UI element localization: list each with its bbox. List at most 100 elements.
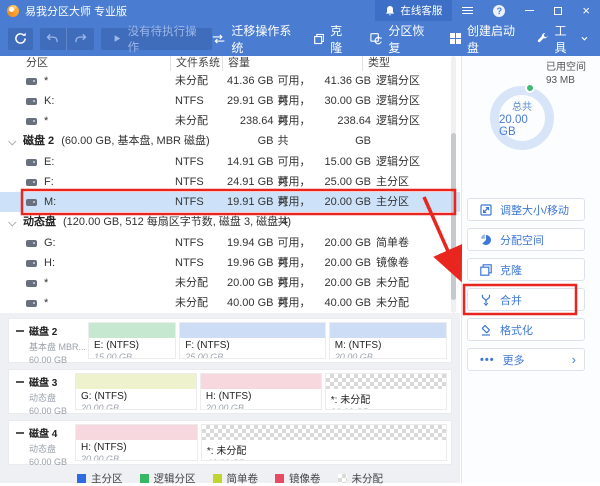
disk-group-name: 动态盘 [23,212,56,233]
chevron-right-icon: › [572,352,576,367]
legend-unallocated-swatch [338,474,347,483]
map-partition[interactable]: M: (NTFS) 20.00 GB [329,322,447,359]
table-row[interactable]: * 未分配 41.36 GB可用，共41.36 GB 逻辑分区 [0,71,460,91]
redo-icon [74,33,87,44]
disk-group-details: (60.00 GB, 基本盘, MBR 磁盘) [61,131,210,152]
clone-button[interactable]: 克隆 [314,22,351,56]
map-disk-size: 60.00 GB [16,406,73,416]
disk-group-name: 磁盘 2 [23,131,54,152]
type-value: 未分配 [371,293,460,313]
undo-icon [46,33,59,44]
partition-band-primary [330,323,446,338]
help-icon: ? [493,5,505,17]
help-button[interactable]: ? [483,0,515,21]
legend-logical-swatch [140,474,149,483]
resize-move-button[interactable]: 调整大小/移动 [467,198,585,221]
tools-label: 工具 [555,22,576,56]
partition-icon [26,280,37,287]
toolbar: 没有待执行操作 迁移操作系统 克隆 分区恢复 创建启动盘 工具 [0,21,600,56]
partition-band-mirrored [201,374,321,389]
fs-value: NTFS [170,152,222,172]
clone-partition-button[interactable]: 克隆 [467,258,585,281]
fs-value: 未分配 [170,273,222,293]
map-partition[interactable]: H: (NTFS) 20.00 GB [75,424,198,461]
partition-recovery-label: 分区恢复 [388,22,430,56]
table-row[interactable]: * 未分配 40.00 GB可用，共40.00 GB 未分配 [0,293,460,313]
menu-button[interactable] [452,0,483,21]
partition-recovery-button[interactable]: 分区恢复 [370,22,430,56]
type-value: 镜像卷 [371,253,460,273]
migrate-os-label: 迁移操作系统 [231,22,294,56]
pending-operations-label: 没有待执行操作 [128,23,201,55]
partition-icon [26,118,37,125]
table-row-selected[interactable]: M: NTFS 19.91 GB可用，共20.00 GB 主分区 [0,192,460,212]
more-button[interactable]: ••• 更多 › [467,348,585,371]
table-row[interactable]: K: NTFS 29.91 GB可用，共30.00 GB 逻辑分区 [0,91,460,111]
col-capacity: 容量 [222,56,362,71]
undo-button[interactable] [40,28,67,50]
table-row[interactable]: G: NTFS 19.94 GB可用，共20.00 GB 简单卷 [0,233,460,253]
partition-name: H: [44,253,55,273]
allocate-space-label: 分配空间 [500,232,544,248]
type-value: 逻辑分区 [371,111,460,131]
create-bootable-disk-button[interactable]: 创建启动盘 [450,22,519,56]
table-row[interactable]: E: NTFS 14.91 GB可用，共15.00 GB 逻辑分区 [0,152,460,172]
pending-operations-button[interactable]: 没有待执行操作 [101,28,213,50]
table-row[interactable]: * 未分配 238.64 GB可用，共238.64 GB 逻辑分区 [0,111,460,131]
partition-band-mirrored [76,425,197,440]
map-partition[interactable]: H: (NTFS) 20.00 GB [200,373,322,410]
partition-band-unallocated [326,374,446,389]
partition-icon [26,199,37,206]
hamburger-icon [462,7,473,14]
map-partition[interactable]: G: (NTFS) 20.00 GB [75,373,197,410]
resize-move-icon [480,204,492,216]
disk-map: 磁盘 2 基本盘 MBR... 60.00 GB E: (NTFS) 15.00… [0,313,460,483]
disk-group-header[interactable]: 动态盘 (120.00 GB, 512 每扇区字节数, 磁盘 3, 磁盘 4) [0,212,460,233]
maximize-button[interactable] [544,0,572,21]
table-row[interactable]: H: NTFS 19.96 GB可用，共20.00 GB 镜像卷 [0,253,460,273]
clone-label: 克隆 [330,22,351,56]
tools-button[interactable]: 工具 [537,22,588,56]
bootable-disk-icon [450,33,462,45]
map-partition[interactable]: F: (NTFS) 25.00 GB [179,322,325,359]
minimize-button[interactable] [515,0,544,21]
map-partition-unallocated[interactable]: *: 未分配 40.00 GB [201,424,447,461]
migrate-os-button[interactable]: 迁移操作系统 [212,22,295,56]
maximize-icon [554,7,562,15]
scrollbar-thumb[interactable] [451,133,456,300]
online-support-button[interactable]: 在线客服 [375,0,452,21]
redo-button[interactable] [67,28,94,50]
close-button[interactable]: × [572,0,600,21]
format-button[interactable]: 格式化 [467,318,585,341]
allocate-space-button[interactable]: 分配空间 [467,228,585,251]
partition-icon [26,179,37,186]
collapse-icon[interactable] [16,330,24,332]
partition-name: * [44,273,48,293]
chevron-down-icon [581,36,588,41]
type-value: 主分区 [371,192,460,212]
more-dots-icon: ••• [480,357,495,363]
type-value: 简单卷 [371,233,460,253]
clone-partition-label: 克隆 [500,262,522,278]
type-value: 主分区 [371,172,460,192]
table-scrollbar[interactable] [451,56,456,313]
collapse-icon[interactable] [16,432,24,434]
format-icon [480,324,492,336]
disk-map-card: 磁盘 2 基本盘 MBR... 60.00 GB E: (NTFS) 15.00… [8,318,452,363]
merge-button[interactable]: 合并 [467,288,585,311]
refresh-button[interactable] [8,28,33,50]
partition-name: G: [44,233,56,253]
partition-icon [26,240,37,247]
window-title: 易我分区大师 专业版 [25,3,127,19]
refresh-icon [14,32,27,45]
map-partition[interactable]: E: (NTFS) 15.00 GB [88,322,176,359]
collapse-icon[interactable] [16,381,24,383]
play-icon [113,34,121,43]
map-disk-size: 60.00 GB [16,457,73,467]
partition-band-simple [76,374,196,389]
table-row[interactable]: F: NTFS 24.91 GB可用，共25.00 GB 主分区 [0,172,460,192]
table-row[interactable]: * 未分配 20.00 GB可用，共20.00 GB 未分配 [0,273,460,293]
map-partition-unallocated[interactable]: *: 未分配 20.00 GB [325,373,447,410]
disk-group-header[interactable]: 磁盘 2 (60.00 GB, 基本盘, MBR 磁盘) [0,131,460,152]
type-value: 逻辑分区 [371,91,460,111]
